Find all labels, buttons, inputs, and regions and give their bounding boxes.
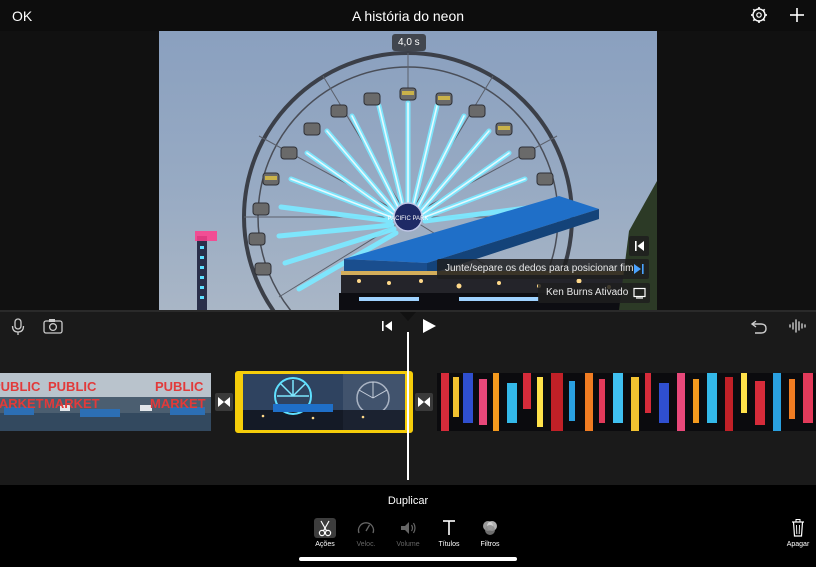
- gear-icon[interactable]: [750, 6, 768, 24]
- audio-waveform-icon[interactable]: [788, 318, 808, 334]
- clip-market-sign-bottom-center: MARKET: [44, 396, 100, 411]
- clip-neon-signs[interactable]: [437, 373, 816, 431]
- playhead-pointer: [400, 312, 416, 321]
- tool-titles[interactable]: Títulos: [429, 518, 469, 548]
- tool-filters[interactable]: Filtros: [470, 518, 510, 548]
- ken-burns-start-button[interactable]: [629, 236, 649, 256]
- transition-icon: [218, 397, 230, 407]
- tool-actions-label: Ações: [315, 541, 335, 548]
- skip-start-icon: [635, 241, 644, 251]
- skip-end-icon: [634, 264, 644, 274]
- playhead[interactable]: [407, 332, 409, 480]
- rewind-to-start-icon[interactable]: [381, 320, 394, 332]
- camera-icon[interactable]: [43, 318, 63, 334]
- transition-button-left[interactable]: [215, 393, 233, 411]
- delete-label: Apagar: [786, 541, 810, 548]
- filters-icon: [483, 521, 497, 535]
- microphone-icon[interactable]: [10, 318, 26, 336]
- clip-market-sign-bottom-left: MARKET: [0, 396, 44, 411]
- trash-icon: [792, 519, 804, 537]
- play-icon[interactable]: [421, 318, 437, 334]
- transition-button-right[interactable]: [415, 393, 433, 411]
- tool-speed-label: Veloc.: [356, 541, 376, 548]
- ken-burns-status-text: Ken Burns Ativado: [546, 287, 629, 298]
- clip-neon-thumbnail: [437, 373, 816, 431]
- clip-ferris-thumbnail: [243, 374, 405, 430]
- clip-ferris-wheel-selected[interactable]: [235, 371, 413, 433]
- duration-badge: 4,0 s: [392, 34, 426, 51]
- project-title: A história do neon: [351, 8, 465, 24]
- tool-actions[interactable]: Ações: [305, 518, 345, 548]
- text-icon: [443, 520, 455, 535]
- speaker-icon: [401, 522, 416, 534]
- clip-market-sign-bottom-right: MARKET: [150, 396, 206, 411]
- tool-volume-label: Volume: [396, 541, 420, 548]
- clip-market-sign-top-right: PUBLIC: [155, 379, 204, 394]
- tool-titles-label: Títulos: [438, 541, 460, 548]
- clip-market-sign-top-left: PUBLIC: [0, 379, 41, 394]
- clip-public-market-thumbnail: PUBLIC MARKET PUBLIC MARKET PUBLIC MARKE…: [0, 373, 211, 431]
- hub-sign-text: PACIFIC PARK: [388, 216, 429, 222]
- home-indicator[interactable]: [299, 557, 517, 561]
- ken-burns-tip-text: Junte/separe os dedos para posicionar fi…: [445, 263, 634, 274]
- mode-label: Duplicar: [387, 495, 429, 507]
- tool-filters-label: Filtros: [480, 541, 500, 548]
- clip-market-sign-top-center: PUBLIC: [48, 379, 97, 394]
- transition-icon: [418, 397, 430, 407]
- speedometer-icon: [357, 522, 375, 534]
- tool-speed[interactable]: Veloc.: [346, 518, 386, 548]
- delete-button[interactable]: Apagar: [784, 518, 812, 548]
- plus-icon[interactable]: [788, 6, 806, 24]
- scissors-icon: [318, 520, 332, 537]
- ken-burns-end-tip[interactable]: Junte/separe os dedos para posicionar fi…: [437, 259, 649, 279]
- clip-public-market[interactable]: PUBLIC MARKET PUBLIC MARKET PUBLIC MARKE…: [0, 373, 211, 431]
- tool-volume[interactable]: Volume: [388, 518, 428, 548]
- undo-icon[interactable]: [750, 318, 768, 334]
- ken-burns-toggle[interactable]: Ken Burns Ativado: [538, 283, 650, 303]
- ken-burns-icon: [633, 287, 646, 299]
